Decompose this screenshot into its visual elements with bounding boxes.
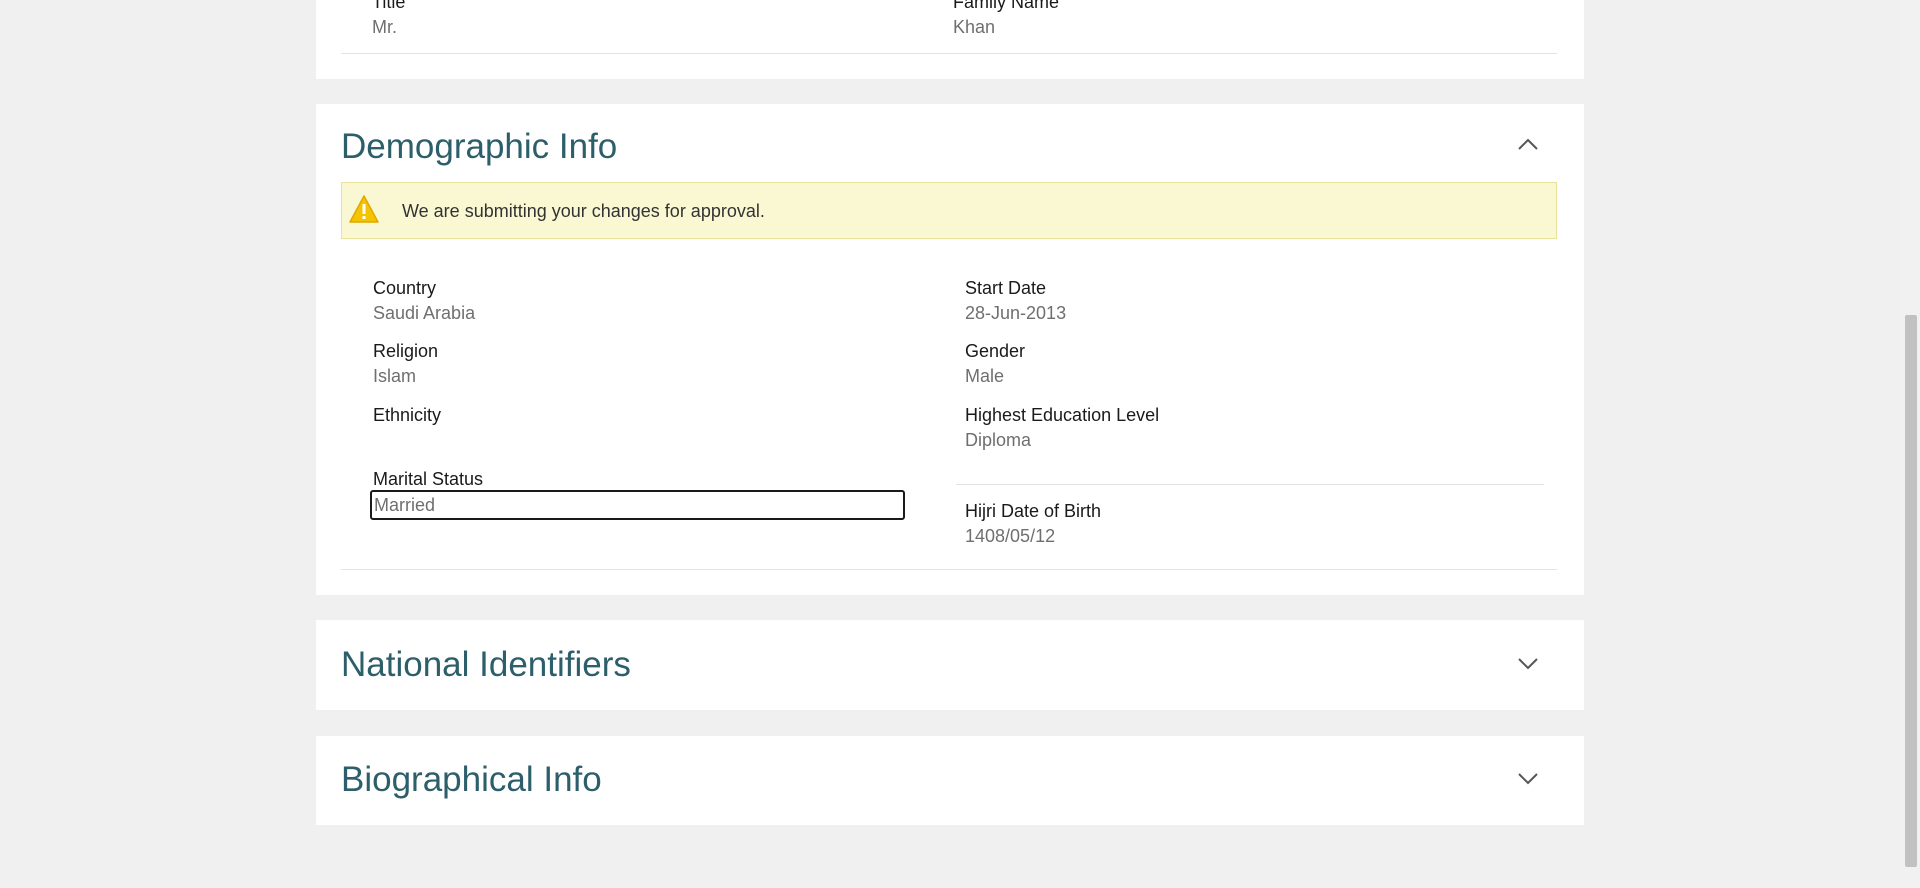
education-label: Highest Education Level bbox=[965, 405, 1160, 425]
demographic-info-card: Demographic Info We are submitting your … bbox=[316, 104, 1584, 595]
gender-label: Gender bbox=[965, 341, 1026, 361]
hijri-dob-field: Hijri Date of Birth 1408/05/12 bbox=[965, 500, 1101, 547]
hijri-dob-value: 1408/05/12 bbox=[965, 526, 1056, 546]
marital-status-label: Marital Status bbox=[373, 469, 484, 489]
ethnicity-label: Ethnicity bbox=[373, 405, 442, 425]
religion-field: Religion Islam bbox=[373, 340, 438, 387]
column-divider bbox=[956, 484, 1544, 485]
start-date-field: Start Date 28-Jun-2013 bbox=[965, 277, 1066, 324]
chevron-down-icon[interactable] bbox=[1516, 766, 1540, 790]
marital-status-field: Marital Status bbox=[373, 468, 483, 490]
scrollbar-thumb[interactable] bbox=[1905, 315, 1917, 867]
country-field: Country Saudi Arabia bbox=[373, 277, 475, 324]
section-divider bbox=[341, 569, 1557, 570]
education-field: Highest Education Level Diploma bbox=[965, 404, 1159, 451]
religion-label: Religion bbox=[373, 341, 439, 361]
section-divider bbox=[341, 53, 1557, 54]
start-date-value: 28-Jun-2013 bbox=[965, 303, 1067, 323]
vertical-scrollbar[interactable] bbox=[1902, 0, 1920, 888]
biographical-info-title[interactable]: Biographical Info bbox=[341, 758, 602, 802]
country-label: Country bbox=[373, 278, 437, 298]
family-name-label: Family Name bbox=[953, 0, 1060, 12]
family-name-value: Khan bbox=[953, 17, 996, 37]
gender-field: Gender Male bbox=[965, 340, 1025, 387]
demographic-info-title[interactable]: Demographic Info bbox=[341, 125, 617, 169]
title-field: Title Mr. bbox=[372, 0, 405, 38]
gender-value: Male bbox=[965, 366, 1005, 386]
religion-value: Islam bbox=[373, 366, 417, 386]
biographical-info-card[interactable]: Biographical Info bbox=[316, 736, 1584, 825]
family-name-field: Family Name Khan bbox=[953, 0, 1059, 38]
chevron-up-icon[interactable] bbox=[1516, 133, 1540, 157]
national-identifiers-card[interactable]: National Identifiers bbox=[316, 620, 1584, 710]
approval-warning-banner: We are submitting your changes for appro… bbox=[341, 182, 1557, 239]
start-date-label: Start Date bbox=[965, 278, 1047, 298]
ethnicity-field: Ethnicity bbox=[373, 404, 441, 429]
chevron-down-icon[interactable] bbox=[1516, 651, 1540, 675]
name-section-card: Title Mr. Family Name Khan bbox=[316, 0, 1584, 79]
warning-message: We are submitting your changes for appro… bbox=[402, 201, 765, 221]
title-label: Title bbox=[372, 0, 406, 12]
hijri-dob-label: Hijri Date of Birth bbox=[965, 501, 1102, 521]
country-value: Saudi Arabia bbox=[373, 303, 476, 323]
marital-status-input[interactable] bbox=[370, 490, 905, 520]
education-value: Diploma bbox=[965, 430, 1032, 450]
national-identifiers-title[interactable]: National Identifiers bbox=[341, 643, 631, 687]
warning-icon bbox=[348, 194, 380, 229]
title-value: Mr. bbox=[372, 17, 397, 37]
